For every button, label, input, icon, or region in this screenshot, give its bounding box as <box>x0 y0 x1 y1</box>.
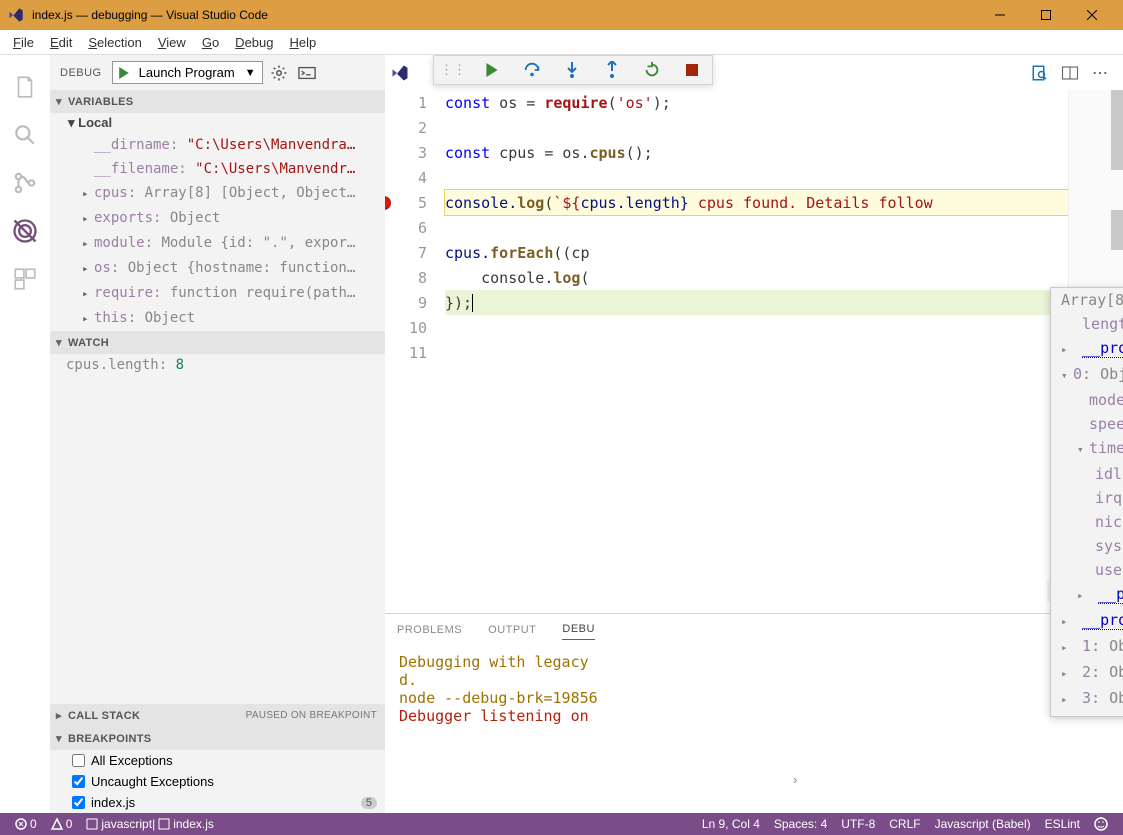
status-feedback-icon[interactable] <box>1087 817 1115 831</box>
variable-row[interactable]: ▸exports: Object <box>50 206 385 231</box>
editor-group-icon[interactable] <box>385 64 415 82</box>
tab-problems[interactable]: PROBLEMS <box>397 624 462 640</box>
status-indentation[interactable]: Spaces: 4 <box>767 817 834 831</box>
breakpoints-pane: All Exceptions Uncaught Exceptions index… <box>50 750 385 813</box>
minimap-viewport[interactable] <box>1111 210 1123 250</box>
explorer-icon[interactable] <box>0 63 50 111</box>
menu-go[interactable]: Go <box>194 33 227 52</box>
variables-section-header[interactable]: ▾VARIABLES <box>50 90 385 113</box>
debug-toolbar[interactable]: ⋮⋮ <box>433 55 713 85</box>
bottom-panel: PROBLEMS OUTPUT DEBU × Debugging with le… <box>385 613 1123 813</box>
scm-icon[interactable] <box>0 159 50 207</box>
debug-sidebar: DEBUG Launch Program ▼ ▾VARIABLES ▾ Loca… <box>50 55 385 813</box>
minimize-button[interactable] <box>977 0 1023 30</box>
menu-view[interactable]: View <box>150 33 194 52</box>
variable-row[interactable]: ▸module: Module {id: ".", expor… <box>50 231 385 256</box>
text-cursor <box>472 294 473 312</box>
breakpoint-checkbox[interactable] <box>72 775 85 788</box>
settings-icon[interactable] <box>267 64 291 82</box>
search-icon[interactable] <box>0 111 50 159</box>
drag-handle-icon[interactable]: ⋮⋮ <box>434 62 472 78</box>
variable-row[interactable]: ▸cpus: Array[8] [Object, Object… <box>50 181 385 206</box>
status-warnings[interactable]: 0 <box>44 817 80 831</box>
breakpoint-row[interactable]: All Exceptions <box>50 750 385 771</box>
editor-toolbar: ⋮⋮ <box>385 55 1123 90</box>
status-encoding[interactable]: UTF-8 <box>834 817 882 831</box>
watch-row[interactable]: cpus.length: 8 <box>50 354 385 376</box>
titlebar[interactable]: index.js — debugging — Visual Studio Cod… <box>0 0 1123 30</box>
minimap-highlight <box>1111 90 1123 170</box>
variable-row[interactable]: __filename: "C:\Users\Manvendr… <box>50 157 385 181</box>
start-debug-icon[interactable] <box>113 67 135 79</box>
variable-row[interactable]: ▸os: Object {hostname: function… <box>50 256 385 281</box>
debug-header-label: DEBUG <box>60 67 102 79</box>
editor-body[interactable]: 1 2 3 4 5 6 7 8 9 10 11 const os = requi… <box>385 90 1123 613</box>
editor-area: ⋮⋮ 1 2 3 4 5 6 7 8 9 10 11 <box>385 55 1123 813</box>
status-bar: 0 0 javascript | index.js Ln 9, Col 4 Sp… <box>0 813 1123 835</box>
maximize-button[interactable] <box>1023 0 1069 30</box>
variable-scope[interactable]: ▾ Local <box>50 113 385 133</box>
continue-button[interactable] <box>472 55 512 85</box>
debug-icon[interactable] <box>0 207 50 255</box>
status-language-mode[interactable]: Javascript (Babel) <box>928 817 1038 831</box>
more-actions-icon[interactable] <box>1085 64 1115 82</box>
status-language[interactable]: javascript | index.js <box>79 817 221 831</box>
variable-row[interactable]: ▸this: Object <box>50 306 385 331</box>
status-errors[interactable]: 0 <box>8 817 44 831</box>
breakpoint-row[interactable]: index.js5 <box>50 792 385 813</box>
breakpoint-dot[interactable] <box>385 196 391 210</box>
callstack-section-header[interactable]: ▸CALL STACK PAUSED ON BREAKPOINT <box>50 704 385 727</box>
panel-tabs: PROBLEMS OUTPUT DEBU × <box>385 614 1123 649</box>
menu-edit[interactable]: Edit <box>42 33 80 52</box>
menu-file[interactable]: File <box>5 33 42 52</box>
menubar: File Edit Selection View Go Debug Help <box>0 30 1123 55</box>
variable-row[interactable]: ▸require: function require(path… <box>50 281 385 306</box>
split-editor-icon[interactable] <box>1055 64 1085 82</box>
variables-pane: ▾ Local __dirname: "C:\Users\Manvendra… … <box>50 113 385 331</box>
menu-selection[interactable]: Selection <box>80 33 149 52</box>
menu-help[interactable]: Help <box>281 33 324 52</box>
watch-pane: cpus.length: 8 <box>50 354 385 376</box>
status-eslint[interactable]: ESLint <box>1038 817 1087 831</box>
code-content[interactable]: const os = require('os'); const cpus = o… <box>445 90 1068 613</box>
debug-console-toggle-icon[interactable] <box>295 66 319 80</box>
debug-console-output[interactable]: Debugging with legacy d. node --debug-br… <box>385 649 1123 813</box>
launch-config-selector[interactable]: Launch Program ▼ <box>112 61 263 84</box>
variable-row[interactable]: __dirname: "C:\Users\Manvendra… <box>50 133 385 157</box>
status-cursor-position[interactable]: Ln 9, Col 4 <box>695 817 767 831</box>
tab-debug-console[interactable]: DEBU <box>562 623 595 640</box>
callstack-status: PAUSED ON BREAKPOINT <box>246 710 377 721</box>
find-in-file-icon[interactable] <box>1025 64 1055 82</box>
launch-config-text: Launch Program <box>135 65 239 80</box>
vscode-icon <box>8 7 24 23</box>
breakpoints-section-header[interactable]: ▾BREAKPOINTS <box>50 727 385 750</box>
status-eol[interactable]: CRLF <box>882 817 927 831</box>
window-title: index.js — debugging — Visual Studio Cod… <box>32 8 977 22</box>
breakpoint-row[interactable]: Uncaught Exceptions <box>50 771 385 792</box>
restart-button[interactable] <box>632 55 672 85</box>
step-over-button[interactable] <box>512 55 552 85</box>
step-out-button[interactable] <box>592 55 632 85</box>
panel-toggle-icon[interactable]: › <box>793 772 797 787</box>
tab-output[interactable]: OUTPUT <box>488 624 536 640</box>
close-button[interactable] <box>1069 0 1115 30</box>
extensions-icon[interactable] <box>0 255 50 303</box>
breakpoint-checkbox[interactable] <box>72 796 85 809</box>
menu-debug[interactable]: Debug <box>227 33 281 52</box>
watch-section-header[interactable]: ▾WATCH <box>50 331 385 354</box>
step-into-button[interactable] <box>552 55 592 85</box>
debug-hover-tooltip[interactable]: Array[8] [Object, Object, Object …] leng… <box>1050 287 1123 717</box>
activity-bar <box>0 55 50 813</box>
line-gutter[interactable]: 1 2 3 4 5 6 7 8 9 10 11 <box>385 90 445 613</box>
stop-button[interactable] <box>672 55 712 85</box>
breakpoint-line-badge: 5 <box>361 797 377 809</box>
breakpoint-checkbox[interactable] <box>72 754 85 767</box>
dropdown-caret-icon[interactable]: ▼ <box>239 67 262 79</box>
